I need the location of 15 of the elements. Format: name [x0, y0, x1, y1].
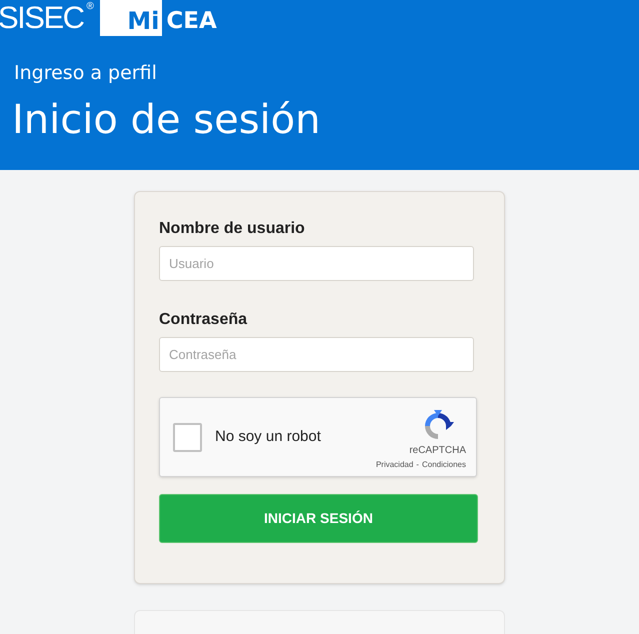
link-separator: -	[416, 458, 419, 470]
cea-logo: CEA	[166, 9, 217, 36]
robot-checkbox[interactable]	[173, 422, 202, 452]
terms-link[interactable]: Condiciones	[422, 458, 466, 470]
recaptcha-logo-icon	[422, 410, 454, 442]
recaptcha-brand: reCAPTCHA	[409, 444, 466, 456]
privacy-link[interactable]: Privacidad	[376, 458, 414, 470]
field-label: Nombre de usuario	[159, 219, 305, 239]
text-field[interactable]: Usuario	[159, 246, 474, 281]
field-label: Contraseña	[159, 310, 248, 330]
mi-logo: Mi	[100, 0, 162, 36]
text-field[interactable]: Contraseña	[159, 337, 474, 372]
page-title: Inicio de sesión	[12, 97, 320, 143]
page-subtitle: Ingreso a perfil	[14, 61, 157, 85]
checkbox-label: No soy un robot	[215, 426, 321, 447]
